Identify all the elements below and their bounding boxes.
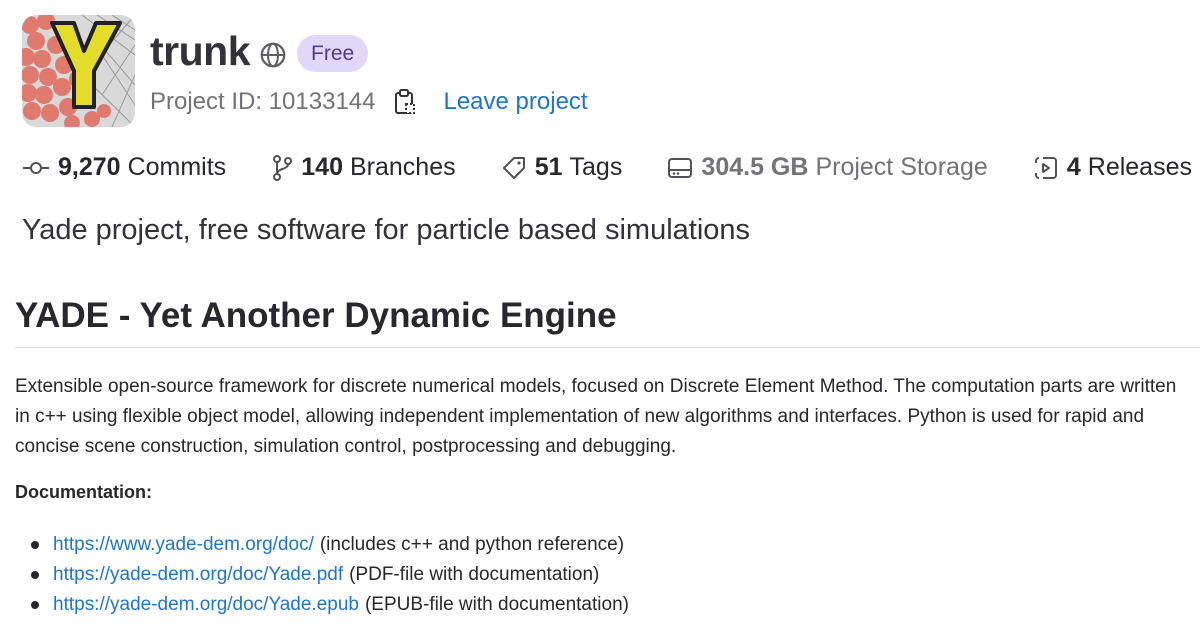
- plan-badge: Free: [297, 35, 369, 72]
- branches-label: Branches: [349, 153, 456, 181]
- commits-stat[interactable]: 9,270 Commits: [22, 153, 226, 182]
- storage-stat[interactable]: 304.5 GB Project Storage: [667, 153, 988, 182]
- project-avatar: [22, 15, 135, 127]
- globe-icon: [260, 42, 286, 67]
- list-item: https://yade-dem.org/doc/Yade.epub (EPUB…: [15, 590, 629, 620]
- project-stats: 9,270 Commits 140 Branches 51 Tags 304.5…: [22, 153, 1192, 182]
- project-name: trunk: [150, 28, 251, 74]
- releases-count: 4: [1066, 153, 1081, 181]
- tag-icon: [502, 156, 525, 179]
- doc-link[interactable]: https://yade-dem.org/doc/Yade.pdf: [53, 564, 343, 586]
- release-icon: [1034, 156, 1057, 179]
- doc-link-note: (EPUB-file with documentation): [364, 594, 629, 615]
- doc-link[interactable]: https://www.yade-dem.org/doc/: [53, 534, 314, 556]
- branches-stat[interactable]: 140 Branches: [271, 153, 456, 182]
- readme-heading: YADE - Yet Another Dynamic Engine: [15, 296, 617, 335]
- tags-count: 51: [534, 153, 563, 181]
- list-item: https://www.yade-dem.org/doc/ (includes …: [15, 530, 629, 560]
- commits-label: Commits: [127, 153, 227, 181]
- commit-icon: [23, 161, 49, 174]
- releases-label: Releases: [1087, 153, 1192, 181]
- list-item: https://yade-dem.org/doc/Yade.pdf (PDF-f…: [15, 560, 629, 590]
- project-id-row: Project ID: 10133144 Leave project: [150, 88, 588, 116]
- releases-stat[interactable]: 4 Releases: [1033, 153, 1192, 182]
- leave-project-link[interactable]: Leave project: [443, 88, 587, 116]
- storage-icon: [668, 157, 693, 178]
- heading-divider: [15, 347, 1200, 348]
- project-id: Project ID: 10133144: [150, 88, 376, 115]
- storage-label: Project Storage: [815, 153, 988, 181]
- doc-link-note: (includes c++ and python reference): [319, 534, 625, 555]
- branch-icon: [273, 154, 293, 181]
- tags-stat[interactable]: 51 Tags: [501, 153, 623, 182]
- storage-size: 304.5 GB: [701, 153, 809, 181]
- bullet-icon: [31, 541, 39, 549]
- doc-link[interactable]: https://yade-dem.org/doc/Yade.epub: [53, 594, 359, 616]
- bullet-icon: [31, 571, 39, 579]
- project-title-row: trunk Free: [150, 28, 369, 75]
- project-description: Yade project, free software for particle…: [22, 214, 751, 246]
- documentation-label: Documentation:: [15, 482, 152, 502]
- bullet-icon: [31, 601, 39, 609]
- tags-label: Tags: [569, 153, 623, 181]
- documentation-links: https://www.yade-dem.org/doc/ (includes …: [15, 530, 629, 620]
- readme-paragraph: Extensible open-source framework for dis…: [15, 376, 1177, 457]
- doc-link-note: (PDF-file with documentation): [349, 564, 600, 585]
- branches-count: 140: [301, 153, 343, 181]
- commits-count: 9,270: [58, 153, 121, 181]
- copy-id-icon[interactable]: [393, 88, 417, 116]
